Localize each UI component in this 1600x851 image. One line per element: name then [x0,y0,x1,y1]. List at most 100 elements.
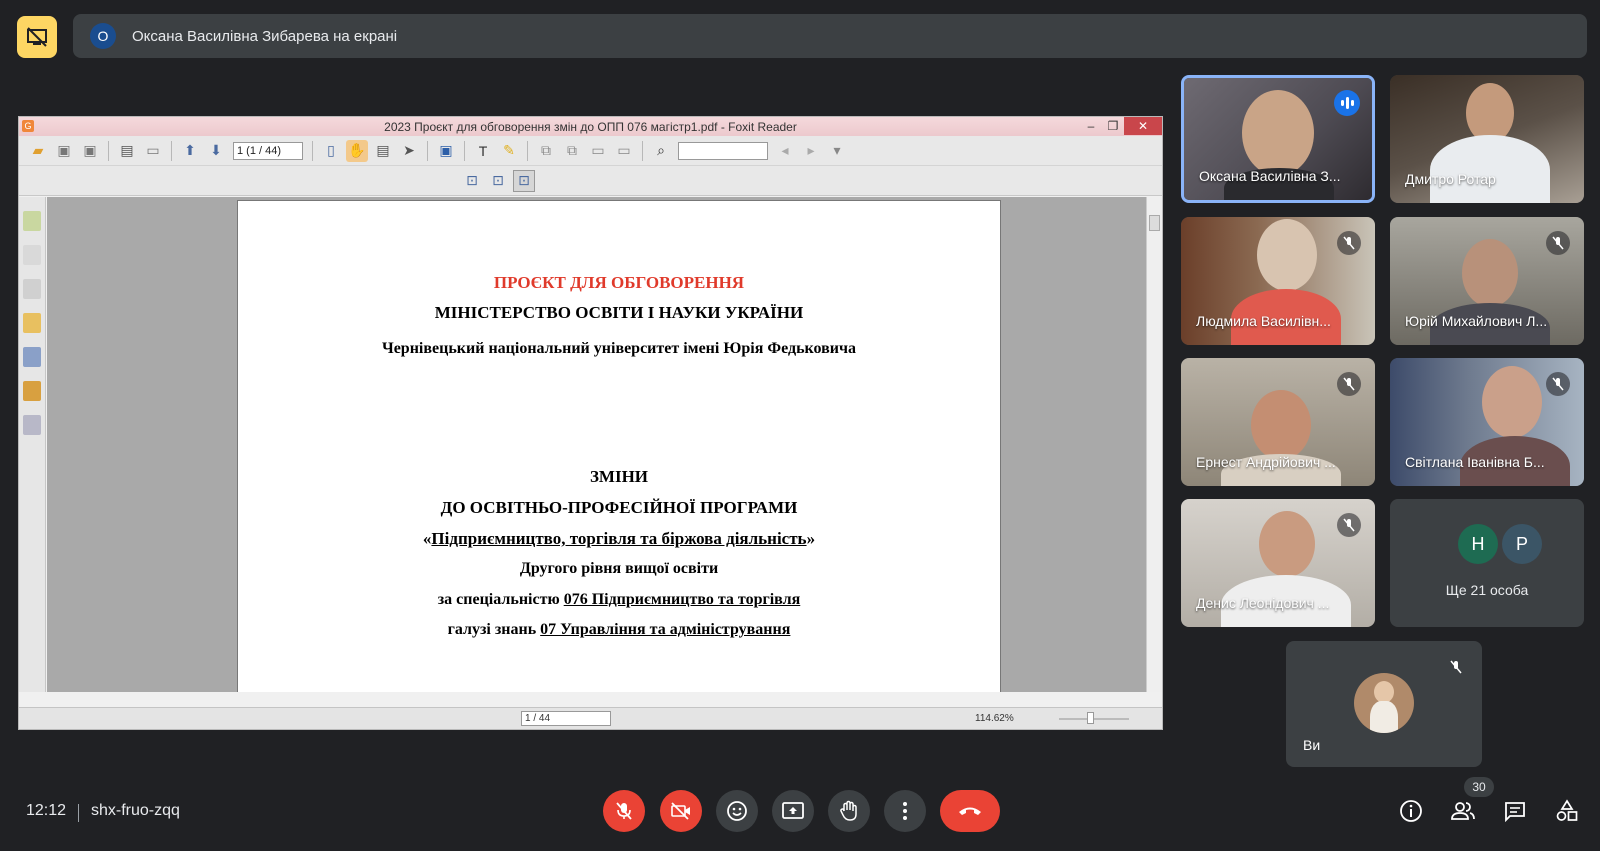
emoji-icon [727,801,747,821]
clipboard-icon[interactable]: ▭ [587,140,609,162]
find-options-icon[interactable]: ▾ [826,140,848,162]
participant-tile[interactable]: Оксана Василівна З... [1181,75,1375,203]
mic-off-icon [1337,372,1361,396]
camera-toggle-button[interactable] [660,790,702,832]
document-scrollbar[interactable] [1146,197,1162,692]
layers-icon[interactable] [23,279,41,299]
presenter-banner-text: Оксана Василівна Зибарева на екрані [132,27,398,45]
stop-presenting-button[interactable] [17,16,57,58]
zoom-level[interactable]: 114.62% [975,713,1014,724]
participant-face [1259,511,1315,577]
fit-page-icon[interactable]: ⊡ [461,170,483,192]
window-title: 2023 Проєкт для обговорення змін до ОПП … [384,119,797,134]
participant-face [1482,366,1542,438]
find-binoculars-icon[interactable]: ⌕ [650,140,672,162]
toolbar-separator [527,140,528,161]
next-page-icon[interactable]: ⬇ [205,140,227,162]
chat-button[interactable] [1500,796,1530,826]
find-previous-icon[interactable]: ◂ [774,140,796,162]
pages-icon[interactable] [23,245,41,265]
page-view-icon[interactable]: ▯ [320,140,342,162]
save-as-icon[interactable]: ▣ [79,140,101,162]
more-options-button[interactable] [884,790,926,832]
comments-panel-icon[interactable] [23,313,41,333]
mic-off-icon [1337,513,1361,537]
present-screen-button[interactable] [772,790,814,832]
presentation-banner: О Оксана Василівна Зибарева на екрані [73,14,1587,58]
foxit-toolbar-secondary: ⊡ ⊡ ⊡ [19,166,1162,196]
extract-icon[interactable]: ⧉ [561,140,583,162]
participant-name: Світлана Іванівна Б... [1405,454,1545,470]
window-controls: – ❐ ✕ [1080,117,1162,135]
shared-screen-window: G 2023 Проєкт для обговорення змін до ОП… [18,116,1163,730]
doc-program-label: ДО ОСВІТНЬО-ПРОФЕСІЙНОЇ ПРОГРАМИ [440,498,798,517]
email-icon[interactable]: ▭ [142,140,164,162]
copy-page-icon[interactable]: ⧉ [535,140,557,162]
doc-ministry: МІНІСТЕРСТВО ОСВІТИ І НАУКИ УКРАЇНИ [434,303,804,322]
page-number-field[interactable]: 1 (1 / 44) [233,141,303,160]
scrollbar-thumb[interactable] [1149,215,1160,231]
previous-page-icon[interactable]: ⬆ [179,140,201,162]
self-tile[interactable]: Ви [1286,641,1482,767]
save-icon[interactable]: ▣ [53,140,75,162]
hand-tool-icon[interactable]: ✋ [346,139,368,162]
avatar [1354,673,1414,733]
find-input[interactable] [678,141,768,160]
mic-toggle-button[interactable] [603,790,645,832]
minimize-icon[interactable]: – [1080,117,1102,135]
find-next-icon[interactable]: ▸ [800,140,822,162]
status-page-field[interactable]: 1 / 44 [521,711,611,726]
meeting-code: shx-fruo-zqq [91,802,180,819]
participant-face [1251,390,1311,460]
participant-tile[interactable]: Світлана Іванівна Б... [1390,358,1584,486]
paste-icon[interactable]: ▭ [613,140,635,162]
participant-tile[interactable]: Ернест Андрійович ... [1181,358,1375,486]
bookmarks-icon[interactable] [23,211,41,231]
close-icon[interactable]: ✕ [1124,117,1162,135]
speaking-indicator-icon [1334,90,1360,116]
foxit-side-panel [19,197,46,692]
leave-call-icon [959,807,981,815]
avatar: Р [1502,524,1542,564]
select-text-icon[interactable]: ▤ [372,140,394,162]
participant-count-badge: 30 [1464,777,1494,797]
restore-icon[interactable]: ❐ [1102,117,1124,135]
pdf-page: ПРОЄКТ ДЛЯ ОБГОВОРЕННЯ МІНІСТЕРСТВО ОСВІ… [237,200,1001,692]
participant-tile[interactable]: Юрій Михайлович Л... [1390,217,1584,345]
security-icon[interactable] [23,381,41,401]
raise-hand-button[interactable] [828,790,870,832]
more-participants-label: Ще 21 особа [1445,582,1529,598]
participant-tile[interactable]: Дмитро Ротар [1390,75,1584,203]
doc-field: галузі знань 07 Управління та адміністру… [447,621,791,638]
window-titlebar: G 2023 Проєкт для обговорення змін до ОП… [19,117,1162,136]
signature-icon[interactable] [23,415,41,435]
activities-button[interactable] [1552,796,1582,826]
people-button[interactable] [1448,796,1478,826]
more-participants-avatars: Н Р [1458,524,1546,564]
typewriter-icon[interactable]: T [472,140,494,162]
doc-university: Чернівецький національний університет ім… [381,340,857,357]
fit-width-icon[interactable]: ⊡ [487,170,509,192]
participant-tile[interactable]: Денис Леонідович ... [1181,499,1375,627]
snapshot-icon[interactable]: ▣ [435,140,457,162]
comment-icon[interactable]: ✎ [498,140,520,162]
zoom-slider[interactable] [1059,718,1129,720]
participant-tile[interactable]: Людмила Василівн... [1181,217,1375,345]
toolbar-separator [312,140,313,161]
open-folder-icon[interactable]: ▰ [27,140,49,162]
mic-off-icon [616,802,632,820]
fit-visible-icon[interactable]: ⊡ [513,169,535,192]
meeting-details-button[interactable] [1396,796,1426,826]
select-arrow-icon[interactable]: ➤ [398,140,420,162]
participant-name: Дмитро Ротар [1405,171,1496,187]
toolbar-separator [642,140,643,161]
zoom-slider-knob[interactable] [1087,712,1094,724]
foxit-app-icon: G [22,120,34,132]
print-icon[interactable]: ▤ [116,140,138,162]
attachments-icon[interactable] [23,347,41,367]
document-view[interactable]: ПРОЄКТ ДЛЯ ОБГОВОРЕННЯ МІНІСТЕРСТВО ОСВІ… [47,197,1147,692]
emoji-reaction-button[interactable] [716,790,758,832]
more-options-icon [903,802,907,820]
leave-call-button[interactable] [940,790,1000,832]
participant-face [1242,90,1314,176]
